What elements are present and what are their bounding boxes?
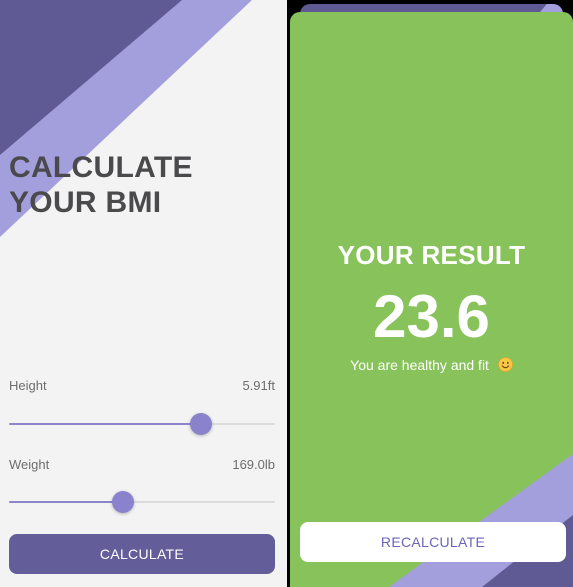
- app-canvas: CALCULATE YOUR BMI Height 5.91ft Weight …: [0, 0, 573, 587]
- title-line-1: CALCULATE: [9, 151, 193, 184]
- page-title: CALCULATE YOUR BMI: [9, 150, 269, 220]
- weight-slider-fill: [9, 501, 124, 503]
- weight-label: Weight: [9, 457, 50, 472]
- result-screen: YOUR RESULT 23.6 You are healthy and fit…: [290, 0, 573, 587]
- height-slider-fill: [9, 423, 201, 425]
- calculator-screen: CALCULATE YOUR BMI Height 5.91ft Weight …: [0, 0, 287, 587]
- weight-value: 169.0lb: [232, 457, 275, 472]
- recalculate-button[interactable]: RECALCULATE: [300, 522, 566, 562]
- title-line-2: YOUR BMI: [9, 186, 162, 219]
- height-slider-thumb[interactable]: [189, 413, 212, 435]
- weight-control: Weight 169.0lb: [9, 457, 275, 475]
- weight-label-row: Weight 169.0lb: [9, 457, 275, 475]
- height-slider[interactable]: [9, 412, 275, 436]
- weight-slider[interactable]: [9, 490, 275, 514]
- height-label-row: Height 5.91ft: [9, 378, 275, 396]
- smiling-face-icon: [497, 357, 513, 372]
- bmi-result-value: 23.6: [373, 283, 490, 350]
- height-label: Height: [9, 378, 47, 393]
- result-message: You are healthy and fit: [350, 357, 489, 373]
- height-control: Height 5.91ft: [9, 378, 275, 396]
- calculate-button[interactable]: CALCULATE: [9, 534, 275, 574]
- height-value: 5.91ft: [242, 378, 275, 393]
- weight-slider-thumb[interactable]: [112, 491, 135, 513]
- result-sheet: YOUR RESULT 23.6 You are healthy and fit: [290, 12, 573, 587]
- result-heading: YOUR RESULT: [337, 240, 526, 270]
- result-message-line: You are healthy and fit: [290, 357, 573, 373]
